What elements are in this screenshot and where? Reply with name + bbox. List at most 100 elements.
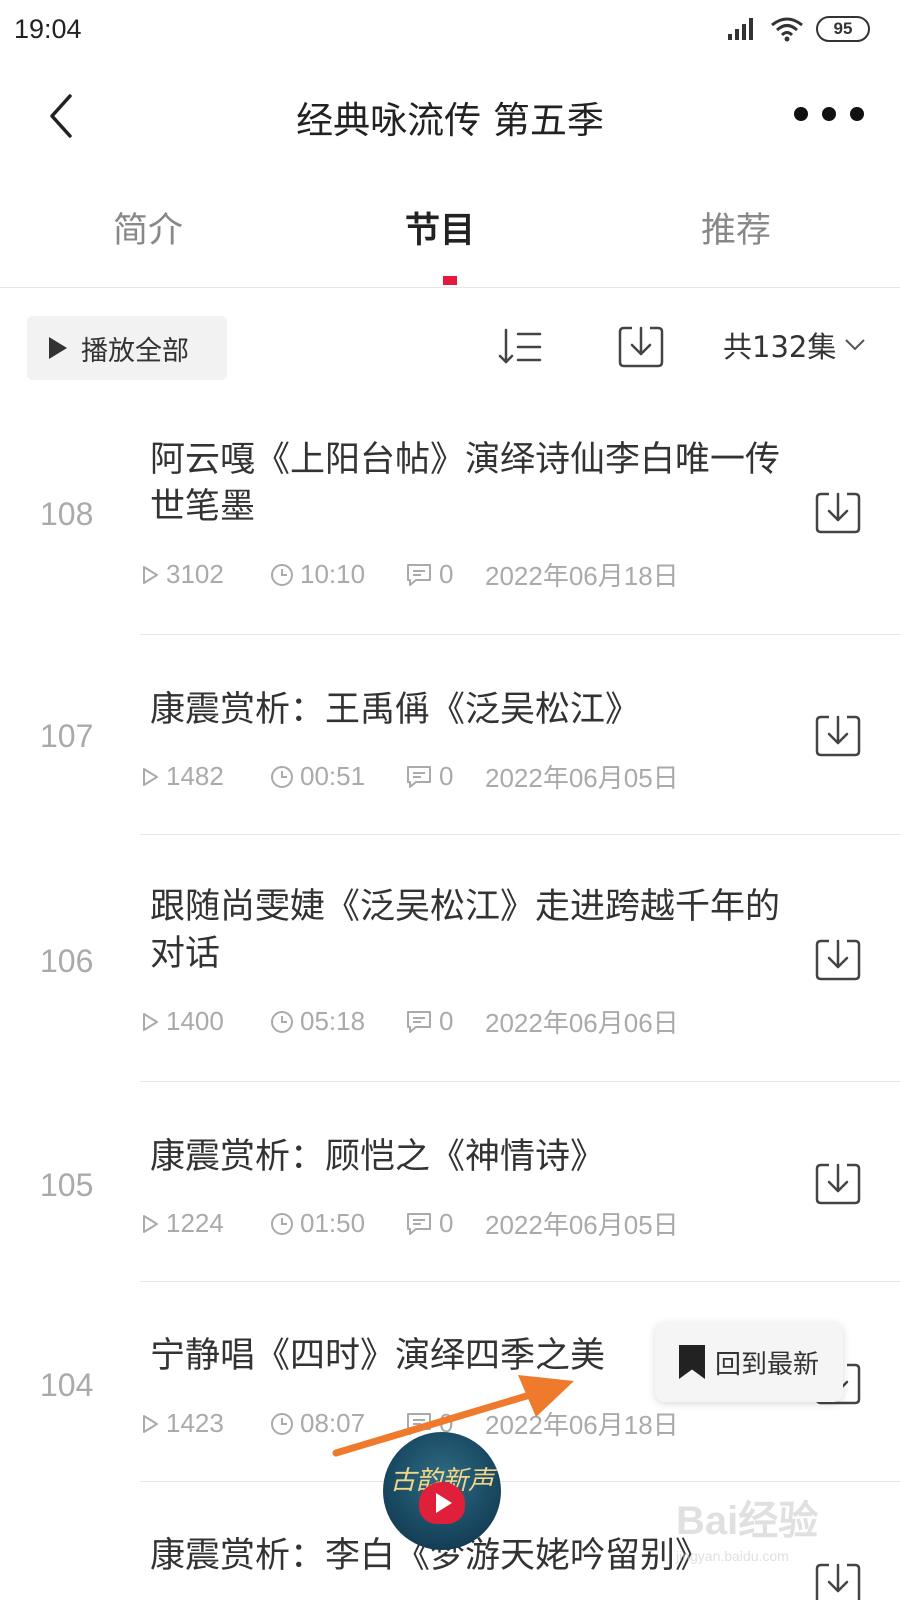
duration: 05:18 — [300, 1006, 366, 1036]
more-dot-icon — [822, 107, 836, 121]
play-count-icon — [143, 1012, 158, 1031]
download-icon — [815, 1163, 861, 1205]
play-all-label: 播放全部 — [81, 335, 189, 367]
play-count-icon — [143, 1414, 158, 1433]
battery-indicator: 95 — [816, 16, 870, 42]
comment-count: 0 — [439, 1208, 454, 1238]
status-icons: 95 — [726, 16, 870, 42]
back-to-latest-label: 回到最新 — [714, 1349, 819, 1380]
publish-date: 2022年06月05日 — [485, 1210, 679, 1240]
bookmark-icon — [678, 1345, 705, 1379]
tab-intro[interactable]: 简介 — [48, 202, 248, 253]
chevron-down-icon — [845, 339, 866, 351]
duration: 01:50 — [300, 1208, 366, 1238]
episode-title: 跟随尚雯婕《泛吴松江》走进跨越千年的对话 — [150, 887, 781, 974]
episode-item[interactable]: 108 阿云嘎《上阳台帖》演绎诗仙李白唯一传世笔墨 3102 10:10 0 2… — [0, 432, 900, 637]
comment-icon — [407, 1010, 431, 1033]
duration: 00:51 — [300, 761, 366, 791]
play-all-button[interactable]: 播放全部 — [27, 316, 227, 380]
episode-number: 105 — [40, 1167, 94, 1203]
comment-count: 0 — [439, 559, 454, 589]
episode-number: 107 — [40, 718, 94, 754]
episode-meta: 1224 01:50 0 2022年06月05日 — [140, 1205, 679, 1242]
clock-icon — [271, 1412, 293, 1435]
episode-number: 104 — [40, 1367, 94, 1403]
watermark-url: jingyan.baidu.com — [676, 1548, 789, 1564]
download-icon — [815, 715, 861, 757]
watermark: Bai经验 jingyan.baidu.com — [676, 1488, 886, 1588]
episode-meta: 1482 00:51 0 2022年06月05日 — [140, 758, 679, 795]
episode-item[interactable]: 105 康震赏析：顾恺之《神情诗》 1224 01:50 0 2022年06月0… — [0, 1083, 900, 1283]
duration: 08:07 — [300, 1408, 366, 1438]
clock-icon — [271, 563, 293, 586]
episode-title: 康震赏析：王禹偁《泛吴松江》 — [150, 690, 641, 730]
signal-icon — [726, 16, 758, 42]
clock-icon — [271, 1212, 293, 1235]
play-count: 1423 — [166, 1408, 224, 1438]
publish-date: 2022年06月18日 — [485, 1410, 679, 1440]
episode-number: 106 — [40, 943, 94, 979]
tab-bar: 简介 节目 推荐 — [0, 180, 900, 288]
play-count-icon — [143, 565, 158, 584]
comment-icon — [407, 765, 431, 788]
play-count: 1224 — [166, 1208, 224, 1238]
publish-date: 2022年06月05日 — [485, 763, 679, 793]
more-dot-icon — [850, 107, 864, 121]
episode-count-label: 共132集 — [723, 330, 837, 364]
episode-item[interactable]: 106 跟随尚雯婕《泛吴松江》走进跨越千年的对话 1400 05:18 0 20… — [0, 835, 900, 1083]
publish-date: 2022年06月18日 — [485, 561, 679, 591]
sort-button[interactable] — [496, 322, 546, 372]
sort-order-icon — [498, 328, 542, 364]
app-header: 经典咏流传 第五季 — [0, 62, 900, 172]
episode-meta: 3102 10:10 0 2022年06月18日 — [140, 556, 679, 593]
play-count: 1482 — [166, 761, 224, 791]
download-icon — [618, 326, 664, 368]
more-options-button[interactable] — [794, 94, 864, 134]
episode-download-button[interactable] — [813, 935, 863, 985]
play-icon — [419, 1482, 465, 1524]
episode-item[interactable]: 107 康震赏析：王禹偁《泛吴松江》 1482 00:51 0 2022年06月… — [0, 636, 900, 836]
download-icon — [815, 492, 861, 534]
play-count: 1400 — [166, 1006, 224, 1036]
episode-title: 康震赏析：顾恺之《神情诗》 — [150, 1137, 606, 1177]
download-icon — [815, 939, 861, 981]
publish-date: 2022年06月06日 — [485, 1008, 679, 1038]
tab-episodes[interactable]: 节目 — [340, 202, 540, 253]
play-count-icon — [143, 1214, 158, 1233]
clock-icon — [271, 1010, 293, 1033]
duration: 10:10 — [300, 559, 366, 589]
status-bar: 19:04 95 — [0, 0, 900, 62]
episode-title: 阿云嘎《上阳台帖》演绎诗仙李白唯一传世笔墨 — [150, 440, 781, 527]
episode-download-button[interactable] — [813, 711, 863, 761]
list-toolbar: 播放全部 共132集 — [0, 310, 900, 380]
list-divider — [140, 1081, 900, 1082]
mini-player-disc[interactable]: 古韵新声 — [383, 1432, 501, 1550]
list-divider — [140, 1481, 900, 1482]
status-time: 19:04 — [14, 14, 82, 44]
tab-recommend[interactable]: 推荐 — [636, 202, 836, 253]
more-dot-icon — [794, 107, 808, 121]
comment-icon — [407, 563, 431, 586]
episode-meta: 1423 08:07 0 2022年06月18日 — [140, 1405, 679, 1442]
list-divider — [140, 634, 900, 635]
page-title: 经典咏流传 第五季 — [296, 99, 604, 142]
comment-icon — [407, 1212, 431, 1235]
play-count: 3102 — [166, 559, 224, 589]
episode-meta: 1400 05:18 0 2022年06月06日 — [140, 1003, 679, 1040]
comment-count: 0 — [439, 1006, 454, 1036]
episode-number: 108 — [40, 496, 94, 532]
episode-count-dropdown[interactable]: 共132集 — [723, 324, 866, 366]
episode-download-button[interactable] — [813, 1159, 863, 1209]
comment-icon — [407, 1412, 431, 1435]
list-divider — [140, 1281, 900, 1282]
back-to-latest-button[interactable]: 回到最新 — [655, 1322, 843, 1402]
play-icon — [49, 337, 67, 359]
episode-download-button[interactable] — [813, 488, 863, 538]
wifi-icon — [770, 16, 804, 42]
play-count-icon — [143, 767, 158, 786]
comment-count: 0 — [439, 761, 454, 791]
active-tab-indicator — [443, 276, 457, 285]
batch-download-button[interactable] — [616, 322, 666, 372]
clock-icon — [271, 765, 293, 788]
watermark-logo: Bai经验 — [676, 1499, 819, 1543]
